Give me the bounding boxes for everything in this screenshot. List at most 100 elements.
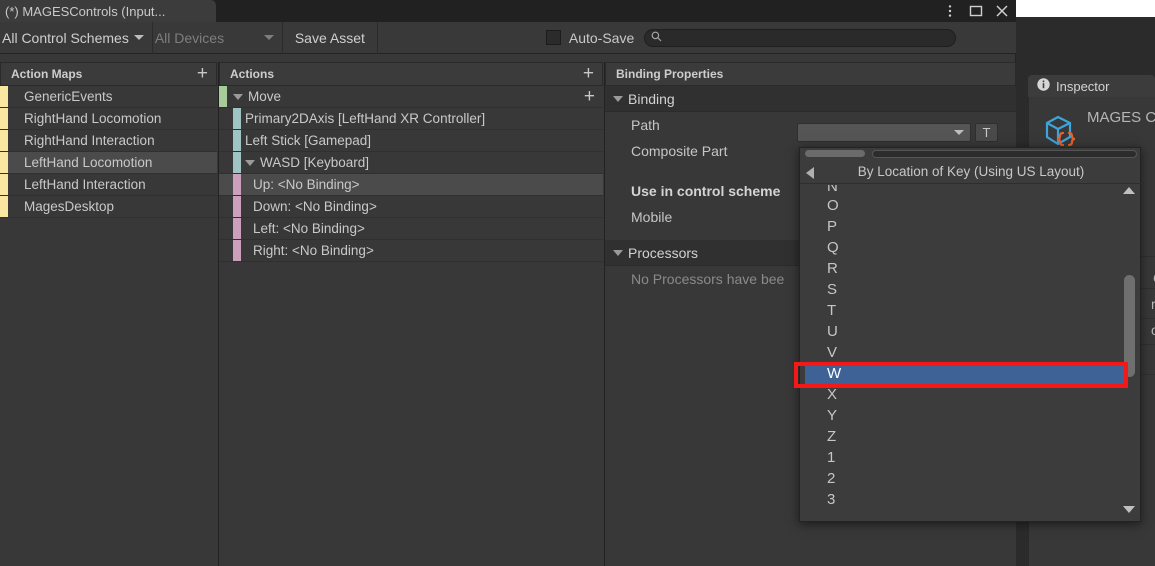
action-tree-row[interactable]: Down: <No Binding> <box>219 196 603 218</box>
chevron-down-icon <box>613 95 623 102</box>
screen: Inspector MAGES C Cl ro or. <box>0 0 1155 566</box>
popup-key-list: NOPQRSTUVWXYZ 1 2 3 <box>805 185 1127 515</box>
save-asset-button[interactable]: Save Asset <box>283 21 378 54</box>
popup-key-item[interactable]: O <box>805 195 1127 216</box>
action-tree-row[interactable]: Primary2DAxis [LeftHand XR Controller] <box>219 108 603 130</box>
action-map-row[interactable]: RightHand Interaction <box>0 130 217 152</box>
control-schemes-dropdown[interactable]: All Control Schemes <box>0 21 153 54</box>
binding-color-bar <box>233 130 241 151</box>
popup-key-label: U <box>827 323 838 340</box>
popup-key-item[interactable]: W <box>805 363 1127 384</box>
popup-key-item[interactable]: V <box>805 342 1127 363</box>
tab-inspector[interactable]: Inspector <box>1028 75 1155 97</box>
add-binding-button[interactable]: + <box>584 87 595 106</box>
chevron-down-icon[interactable] <box>245 159 255 166</box>
row-content: Move <box>219 89 281 104</box>
popup-scrollbar[interactable] <box>1122 185 1136 515</box>
action-tree-label: Left: <No Binding> <box>253 221 365 236</box>
action-tree-row[interactable]: WASD [Keyboard] <box>219 152 603 174</box>
row-content: WASD [Keyboard] <box>219 155 369 170</box>
chevron-down-icon[interactable] <box>233 93 243 100</box>
window-controls <box>942 0 1010 22</box>
path-interactive-pick-label: T <box>982 125 991 140</box>
binding-properties-header: Binding Properties <box>605 62 1016 86</box>
popup-search-tab[interactable] <box>805 150 865 157</box>
page-background-white <box>1016 0 1155 17</box>
popup-key-item[interactable]: U <box>805 321 1127 342</box>
popup-key-item[interactable]: Z <box>805 426 1127 447</box>
popup-key-label: R <box>827 260 838 277</box>
popup-key-item[interactable]: Q <box>805 237 1127 258</box>
action-tree-label: Primary2DAxis [LeftHand XR Controller] <box>245 111 486 126</box>
action-tree-label: Up: <No Binding> <box>253 177 360 192</box>
popup-title: By Location of Key (Using US Layout) <box>857 163 1085 179</box>
auto-save-label: Auto-Save <box>568 29 635 46</box>
path-dropdown[interactable] <box>797 123 971 142</box>
devices-dropdown[interactable]: All Devices <box>153 21 283 54</box>
add-action-button[interactable]: + <box>583 64 594 83</box>
maximize-icon[interactable] <box>968 3 984 19</box>
action-map-row[interactable]: RightHand Locomotion <box>0 108 217 130</box>
popup-key-label: W <box>827 365 842 382</box>
back-arrow-icon[interactable] <box>806 167 814 179</box>
action-tree-row[interactable]: Left Stick [Gamepad] <box>219 130 603 152</box>
part-color-bar <box>233 218 241 239</box>
add-action-map-button[interactable]: + <box>197 64 208 83</box>
window-titlebar: (*) MAGESControls (Input... <box>0 0 1016 22</box>
action-map-row[interactable]: MagesDesktop <box>0 196 217 218</box>
auto-save-toggle[interactable]: Auto-Save <box>545 29 635 46</box>
popup-key-label: Z <box>827 428 837 445</box>
action-tree-row[interactable]: Move + <box>219 86 603 108</box>
popup-key-item[interactable]: 2 <box>805 468 1127 489</box>
popup-key-item[interactable]: X <box>805 384 1127 405</box>
scroll-up-arrow-icon[interactable] <box>1123 187 1135 194</box>
popup-key-item[interactable]: 3 <box>805 489 1127 510</box>
save-asset-label: Save Asset <box>294 29 365 46</box>
binding-section-label: Binding <box>628 90 675 107</box>
scroll-down-arrow-icon[interactable] <box>1123 506 1135 513</box>
row-content: Primary2DAxis [LeftHand XR Controller] <box>219 111 485 126</box>
search-field[interactable] <box>644 28 957 47</box>
popup-key-label: X <box>827 386 838 403</box>
auto-save-checkbox[interactable] <box>545 30 561 45</box>
scrollbar-thumb[interactable] <box>1124 275 1135 377</box>
document-tab[interactable]: (*) MAGESControls (Input... <box>0 0 216 22</box>
row-content: Right: <No Binding> <box>219 243 374 258</box>
popup-key-item[interactable]: 1 <box>805 447 1127 468</box>
inspector-ghost-line-1: ro <box>1151 296 1155 312</box>
processors-empty-label: No Processors have bee <box>631 271 785 287</box>
row-content: Left Stick [Gamepad] <box>219 133 371 148</box>
close-icon[interactable] <box>994 3 1010 19</box>
popup-search-input[interactable] <box>872 150 1137 158</box>
popup-key-label: 2 <box>827 470 836 487</box>
action-tree-row[interactable]: Left: <No Binding> <box>219 218 603 240</box>
search-input[interactable] <box>666 30 950 45</box>
action-tree-label: Left Stick [Gamepad] <box>245 133 372 148</box>
popup-key-label: 1 <box>827 449 836 466</box>
popup-key-item[interactable]: P <box>805 216 1127 237</box>
action-tree-row[interactable]: Up: <No Binding> <box>219 174 603 196</box>
action-map-row[interactable]: LeftHand Locomotion <box>0 152 217 174</box>
part-color-bar <box>233 196 241 217</box>
action-tree-label: Right: <No Binding> <box>253 243 374 258</box>
action-map-row[interactable]: LeftHand Interaction <box>0 174 217 196</box>
popup-key-item[interactable]: S <box>805 279 1127 300</box>
devices-label: All Devices <box>154 29 225 46</box>
popup-key-item[interactable]: Y <box>805 405 1127 426</box>
path-interactive-pick-button[interactable]: T <box>975 123 998 142</box>
use-in-control-scheme-label: Use in control scheme <box>631 183 781 199</box>
action-tree-row[interactable]: Right: <No Binding> <box>219 240 603 262</box>
popup-header: By Location of Key (Using US Layout) <box>800 159 1142 184</box>
path-label: Path <box>631 117 660 133</box>
action-map-label: LeftHand Locomotion <box>24 155 153 170</box>
row-content: Down: <No Binding> <box>219 199 377 214</box>
binding-section-foldout[interactable]: Binding <box>605 86 1016 112</box>
kebab-menu-icon[interactable] <box>942 3 958 19</box>
action-map-row[interactable]: GenericEvents <box>0 86 217 108</box>
action-maps-title: Action Maps <box>11 67 83 81</box>
action-map-color-bar <box>0 130 8 151</box>
popup-key-label: Q <box>827 239 839 256</box>
popup-key-item[interactable]: R <box>805 258 1127 279</box>
popup-key-item[interactable]: T <box>805 300 1127 321</box>
popup-key-item[interactable]: N <box>805 185 1127 195</box>
